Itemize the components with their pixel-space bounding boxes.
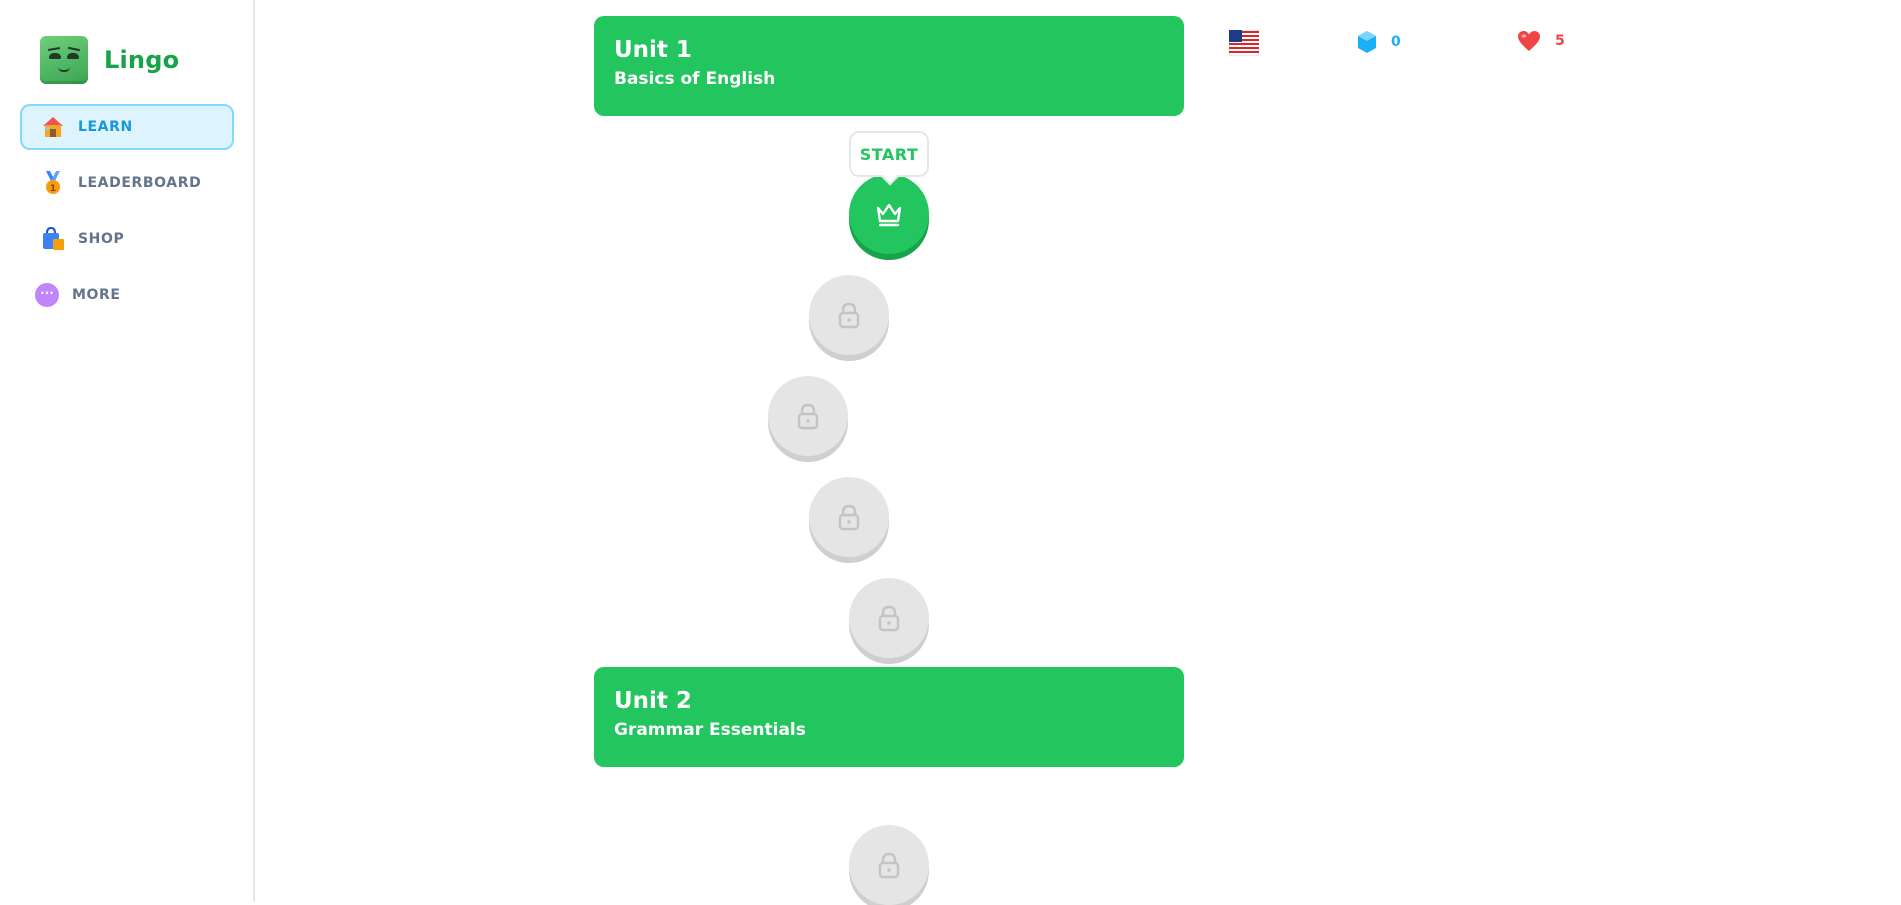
shopping-bag-icon (40, 226, 66, 252)
lock-icon (878, 852, 900, 879)
sidebar-item-label: LEARN (78, 119, 133, 135)
sidebar-item-label: SHOP (78, 231, 125, 247)
gems-value: 0 (1391, 34, 1401, 50)
unit-title: Unit 2 (614, 688, 692, 714)
sidebar-nav: LEARN 1 LEADERBOARD SHOP ··· MORE (20, 104, 234, 328)
unit-subtitle: Basics of English (614, 69, 776, 89)
unit-title: Unit 1 (614, 37, 692, 63)
unit-header: Unit 1 Basics of English (594, 16, 1184, 116)
lesson-button-locked[interactable] (809, 275, 889, 355)
unit-header: Unit 2 Grammar Essentials (594, 667, 1184, 767)
brand[interactable]: Lingo (40, 36, 179, 84)
sidebar-item-shop[interactable]: SHOP (20, 216, 234, 262)
lock-icon (838, 302, 860, 329)
brand-name: Lingo (104, 46, 180, 74)
sidebar-item-leaderboard[interactable]: 1 LEADERBOARD (20, 160, 234, 206)
gem-icon (1358, 31, 1376, 53)
us-flag-icon (1229, 30, 1259, 56)
heart-icon (1518, 31, 1540, 51)
lock-icon (878, 605, 900, 632)
lock-icon (838, 504, 860, 531)
mascot-logo-icon (40, 36, 88, 84)
sidebar-item-learn[interactable]: LEARN (20, 104, 234, 150)
start-tooltip: START (849, 131, 929, 177)
lesson-button-locked[interactable] (768, 376, 848, 456)
unit-subtitle: Grammar Essentials (614, 720, 806, 740)
language-selector[interactable] (1229, 30, 1259, 56)
hearts-counter[interactable]: 5 (1517, 30, 1565, 52)
lesson-button-locked[interactable] (849, 825, 929, 905)
house-icon (40, 114, 66, 140)
more-icon: ··· (34, 282, 60, 308)
gems-counter[interactable]: 0 (1357, 30, 1401, 54)
crown-icon (876, 203, 902, 227)
sidebar-item-label: MORE (72, 287, 121, 303)
hearts-value: 5 (1555, 33, 1565, 49)
medal-icon: 1 (40, 170, 66, 196)
sidebar-item-more[interactable]: ··· MORE (20, 272, 234, 318)
svg-text:1: 1 (50, 184, 56, 194)
lesson-button-locked[interactable] (849, 578, 929, 658)
lesson-button-locked[interactable] (809, 477, 889, 557)
sidebar-item-label: LEADERBOARD (78, 175, 202, 191)
lesson-button-active[interactable] (849, 174, 929, 254)
lock-icon (797, 403, 819, 430)
sidebar: Lingo LEARN 1 LEADERBOARD SHOP ··· MORE (0, 0, 255, 902)
